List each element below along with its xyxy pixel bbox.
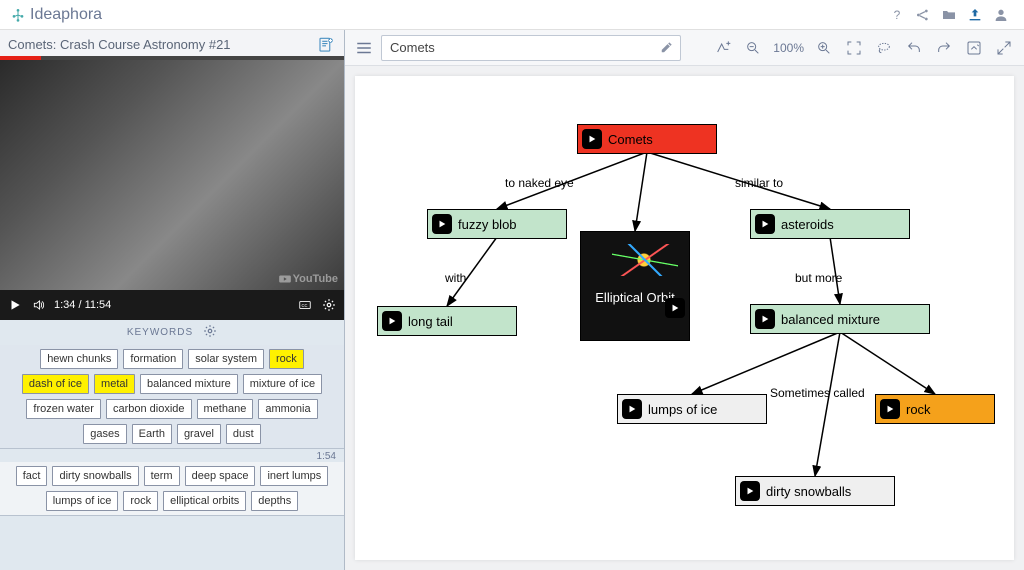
zoom-level: 100% [771,41,806,55]
keyword-chip[interactable]: ammonia [258,399,317,419]
node-label: dirty snowballs [766,484,851,499]
keyword-chip[interactable]: rock [269,349,304,369]
node-label: Elliptical Orbit [595,290,674,305]
youtube-watermark: YouTube [278,272,338,286]
menu-icon[interactable] [353,37,375,59]
keyword-chip[interactable]: formation [123,349,183,369]
keyword-chip[interactable]: dash of ice [22,374,89,394]
left-sidebar: Comets: Crash Course Astronomy #21 YouTu… [0,30,345,570]
keyword-chip[interactable]: deep space [185,466,256,486]
node-label: fuzzy blob [458,217,517,232]
play-icon[interactable] [755,309,775,329]
node-longtail[interactable]: long tail [377,306,517,336]
edit-icon[interactable] [962,36,986,60]
expand-icon[interactable] [992,36,1016,60]
folder-icon[interactable] [936,2,962,28]
play-icon[interactable] [665,298,685,318]
keyword-chip[interactable]: lumps of ice [46,491,119,511]
play-icon[interactable] [582,129,602,149]
brand-icon [10,7,26,23]
zoom-in-icon[interactable] [812,36,836,60]
redo-icon[interactable] [932,36,956,60]
edge-label: to naked eye [505,176,574,190]
node-lumps[interactable]: lumps of ice [617,394,767,424]
keyword-chip[interactable]: metal [94,374,135,394]
keyword-chip[interactable]: elliptical orbits [163,491,246,511]
keyword-chip[interactable]: balanced mixture [140,374,238,394]
keyword-chip[interactable]: Earth [132,424,172,444]
video-time: 1:34 / 11:54 [54,299,111,311]
keyword-chip[interactable]: gravel [177,424,221,444]
node-label: long tail [408,314,453,329]
document-title-text: Comets [390,40,435,55]
keyword-chip[interactable]: inert lumps [260,466,328,486]
share-icon[interactable] [910,2,936,28]
canvas-toolbar: Comets 100% [345,30,1024,66]
keyword-chip[interactable]: term [144,466,180,486]
node-label: balanced mixture [781,312,880,327]
keyword-chip[interactable]: methane [197,399,254,419]
keyword-chip[interactable]: depths [251,491,298,511]
video-player[interactable]: YouTube 1:34 / 11:54 CC [0,60,344,320]
node-comets[interactable]: Comets [577,124,717,154]
keyword-chip[interactable]: dirty snowballs [52,466,138,486]
play-icon[interactable] [622,399,642,419]
edge-label: but more [795,271,842,285]
help-icon[interactable]: ? [884,2,910,28]
user-icon[interactable] [988,2,1014,28]
keywords-settings-icon[interactable] [203,324,217,341]
upload-icon[interactable] [962,2,988,28]
node-label: lumps of ice [648,402,717,417]
concept-map-canvas[interactable]: Comets fuzzy blob long tail Elliptical Orbi… [355,76,1014,560]
brand-name: Ideaphora [30,6,102,24]
play-icon[interactable] [432,214,452,234]
brand-logo: Ideaphora [10,6,102,24]
node-dirty[interactable]: dirty snowballs [735,476,895,506]
undo-icon[interactable] [902,36,926,60]
keywords-panel: KEYWORDS hewn chunksformationsolar syste… [0,320,344,570]
keywords-header: KEYWORDS [127,327,193,338]
document-title-input[interactable]: Comets [381,35,681,61]
keyword-chip[interactable]: solar system [188,349,264,369]
add-node-icon[interactable] [711,36,735,60]
keyword-chip[interactable]: mixture of ice [243,374,322,394]
node-label: asteroids [781,217,834,232]
play-icon[interactable] [382,311,402,331]
fit-screen-icon[interactable] [842,36,866,60]
lasso-icon[interactable] [872,36,896,60]
play-icon[interactable] [6,296,24,314]
play-icon[interactable] [880,399,900,419]
volume-icon[interactable] [30,296,48,314]
keyword-chip[interactable]: dust [226,424,261,444]
notes-icon[interactable] [316,35,336,55]
node-balanced[interactable]: balanced mixture [750,304,930,334]
node-rock[interactable]: rock [875,394,995,424]
svg-text:CC: CC [302,303,308,308]
edge-label: Sometimes called [770,386,865,400]
video-still [0,60,344,290]
video-title: Comets: Crash Course Astronomy #21 [8,37,316,52]
play-icon[interactable] [740,481,760,501]
keyword-chip[interactable]: carbon dioxide [106,399,192,419]
edit-title-icon[interactable] [660,40,674,59]
keyword-chip[interactable]: gases [83,424,126,444]
captions-icon[interactable]: CC [296,296,314,314]
node-orbit[interactable]: Elliptical Orbit [580,231,690,341]
keyword-chip[interactable]: fact [16,466,48,486]
svg-text:?: ? [894,8,901,22]
edge-label: similar to [735,176,783,190]
node-asteroids[interactable]: asteroids [750,209,910,239]
zoom-out-icon[interactable] [741,36,765,60]
keyword-chip[interactable]: rock [123,491,158,511]
keyword-chip[interactable]: hewn chunks [40,349,118,369]
node-fuzzy[interactable]: fuzzy blob [427,209,567,239]
video-progress[interactable] [0,56,344,60]
node-label: rock [906,402,931,417]
node-label: Comets [608,132,653,147]
settings-icon[interactable] [320,296,338,314]
play-icon[interactable] [755,214,775,234]
edge-label: with [445,271,466,285]
keyword-time-marker: 1:54 [0,449,344,462]
keyword-chip[interactable]: frozen water [26,399,101,419]
